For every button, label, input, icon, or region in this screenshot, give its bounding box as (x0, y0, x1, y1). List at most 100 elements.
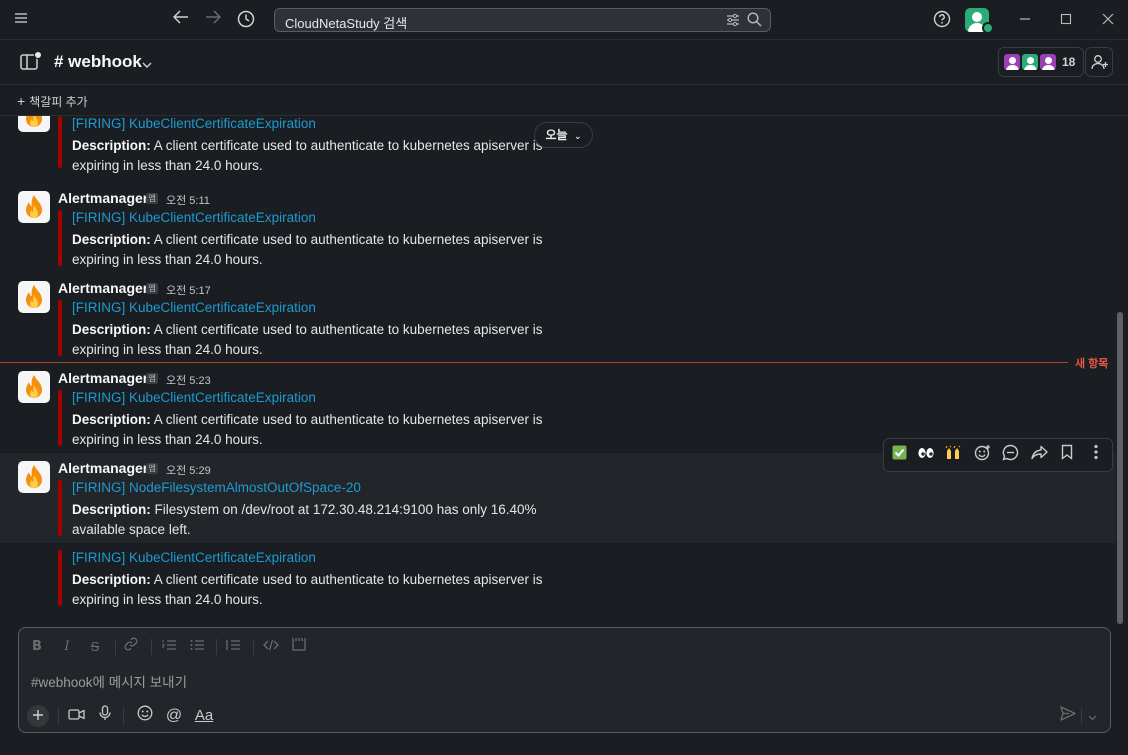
description-label: Description: (72, 502, 151, 517)
alert-description: Description: A client certificate used t… (72, 320, 592, 360)
chevron-down-icon[interactable] (142, 56, 152, 72)
maximize-icon[interactable] (1056, 10, 1076, 30)
code-icon[interactable] (261, 637, 281, 657)
check-mark-reaction-icon[interactable] (887, 444, 911, 468)
add-reaction-icon[interactable] (970, 444, 994, 468)
fire-emoji-avatar (18, 191, 50, 223)
timestamp[interactable]: 오전 5:17 (166, 282, 211, 298)
plus-attach-icon[interactable] (27, 705, 49, 727)
bulleted-list-icon[interactable] (187, 637, 207, 657)
message-actions-toolbar (883, 438, 1113, 472)
message[interactable]: Alertmanager 앱 오전 5:11 [FIRING] KubeClie… (0, 186, 1116, 270)
reply-thread-icon[interactable] (998, 444, 1022, 468)
bookmark-bar: + 책갈피 추가 (0, 86, 1128, 116)
description-label: Description: (72, 232, 151, 247)
scrollbar[interactable] (1117, 312, 1123, 624)
emoji-icon[interactable] (134, 705, 156, 727)
chevron-down-icon: ⌄ (573, 131, 582, 141)
attachment-color-bar (58, 550, 62, 606)
help-icon[interactable] (932, 10, 952, 30)
channel-header: # webhook 18 (0, 41, 1128, 85)
attachment-color-bar (58, 210, 62, 266)
close-icon[interactable] (1098, 10, 1118, 30)
ordered-list-icon[interactable] (159, 637, 179, 657)
description-label: Description: (72, 412, 151, 427)
menu-icon[interactable] (11, 10, 31, 30)
attachment-color-bar (58, 300, 62, 356)
timestamp[interactable]: 오전 5:11 (166, 192, 210, 208)
attachment-color-bar (58, 116, 62, 168)
raised-hands-reaction-icon[interactable] (941, 444, 965, 468)
filter-icon[interactable] (726, 13, 740, 30)
alert-description: Description: A client certificate used t… (72, 570, 592, 610)
app-badge: 앱 (146, 283, 158, 294)
fire-emoji-avatar (18, 116, 50, 132)
message[interactable]: Alertmanager 앱 오전 5:17 [FIRING] KubeClie… (0, 276, 1116, 360)
link-icon[interactable] (121, 637, 141, 657)
microphone-icon[interactable] (94, 705, 116, 727)
alert-title-link[interactable]: [FIRING] KubeClientCertificateExpiration (72, 390, 316, 405)
minimize-icon[interactable] (1015, 10, 1035, 30)
sender-name[interactable]: Alertmanager (58, 190, 148, 206)
attachment: [FIRING] KubeClientCertificateExpiration… (58, 210, 658, 267)
new-messages-divider (0, 362, 1068, 363)
sender-name[interactable]: Alertmanager (58, 460, 148, 476)
new-messages-label: 새 항목 (1075, 358, 1109, 370)
forward-message-icon[interactable] (1027, 444, 1051, 468)
alert-description: Description: A client certificate used t… (72, 410, 592, 450)
more-actions-icon[interactable] (1084, 444, 1108, 468)
app-badge: 앱 (146, 193, 158, 204)
alert-title-link[interactable]: [FIRING] KubeClientCertificateExpiration (72, 550, 316, 565)
date-divider-button[interactable]: 오늘 ⌄ (534, 122, 593, 148)
alert-title-link[interactable]: [FIRING] KubeClientCertificateExpiration (72, 116, 316, 131)
add-bookmark-label: 책갈피 추가 (29, 95, 88, 109)
timestamp[interactable]: 오전 5:23 (166, 372, 211, 388)
sidebar-toggle-icon[interactable] (20, 51, 42, 75)
back-arrow-icon[interactable] (171, 10, 191, 30)
description-label: Description: (72, 322, 151, 337)
members-button[interactable]: 18 (998, 47, 1084, 77)
formatting-toggle-icon[interactable]: Aa (191, 705, 217, 727)
video-clip-icon[interactable] (65, 705, 87, 727)
member-avatar (1003, 53, 1021, 71)
alert-title-link[interactable]: [FIRING] KubeClientCertificateExpiration (72, 300, 316, 315)
date-label: 오늘 (545, 128, 568, 142)
sender-name[interactable]: Alertmanager (58, 280, 148, 296)
fire-emoji-avatar (18, 461, 50, 493)
attachment: [FIRING] NodeFilesystemAlmostOutOfSpace-… (58, 480, 658, 537)
channel-name[interactable]: # webhook (54, 52, 142, 72)
history-clock-icon[interactable] (236, 10, 256, 30)
alert-title-link[interactable]: [FIRING] KubeClientCertificateExpiration (72, 210, 316, 225)
bold-icon[interactable]: B (27, 637, 47, 657)
attachment: [FIRING] KubeClientCertificateExpiration… (58, 300, 658, 357)
bookmark-icon[interactable] (1055, 444, 1079, 468)
search-icon[interactable] (747, 12, 762, 30)
search-bar[interactable]: CloudNetaStudy 검색 (274, 8, 771, 32)
alert-description: Description: A client certificate used t… (72, 136, 592, 176)
strikethrough-icon[interactable]: S (85, 637, 105, 657)
italic-icon[interactable]: I (57, 637, 77, 657)
send-icon[interactable] (1057, 705, 1079, 727)
search-placeholder: CloudNetaStudy 검색 (285, 16, 408, 31)
forward-arrow-icon[interactable] (203, 10, 223, 30)
message-input[interactable]: #webhook에 메시지 보내기 (31, 671, 187, 691)
send-options-chevron-icon[interactable] (1085, 705, 1099, 727)
add-member-button[interactable] (1085, 47, 1113, 77)
message[interactable]: [FIRING] KubeClientCertificateExpiration… (0, 543, 1116, 611)
description-label: Description: (72, 138, 151, 153)
title-bar: CloudNetaStudy 검색 (0, 0, 1128, 40)
fire-emoji-avatar (18, 371, 50, 403)
code-block-icon[interactable] (289, 637, 309, 657)
alert-title-link[interactable]: [FIRING] NodeFilesystemAlmostOutOfSpace-… (72, 480, 361, 495)
mention-icon[interactable]: @ (163, 705, 185, 727)
alert-description: Description: A client certificate used t… (72, 230, 592, 270)
blockquote-icon[interactable] (223, 637, 243, 657)
fire-emoji-avatar (18, 281, 50, 313)
plus-icon: + (17, 93, 26, 109)
status-active-icon (982, 22, 994, 34)
attachment-color-bar (58, 480, 62, 536)
add-bookmark-button[interactable]: + 책갈피 추가 (17, 93, 88, 110)
eyes-reaction-icon[interactable] (914, 444, 938, 468)
sender-name[interactable]: Alertmanager (58, 370, 148, 386)
timestamp[interactable]: 오전 5:29 (166, 462, 211, 478)
